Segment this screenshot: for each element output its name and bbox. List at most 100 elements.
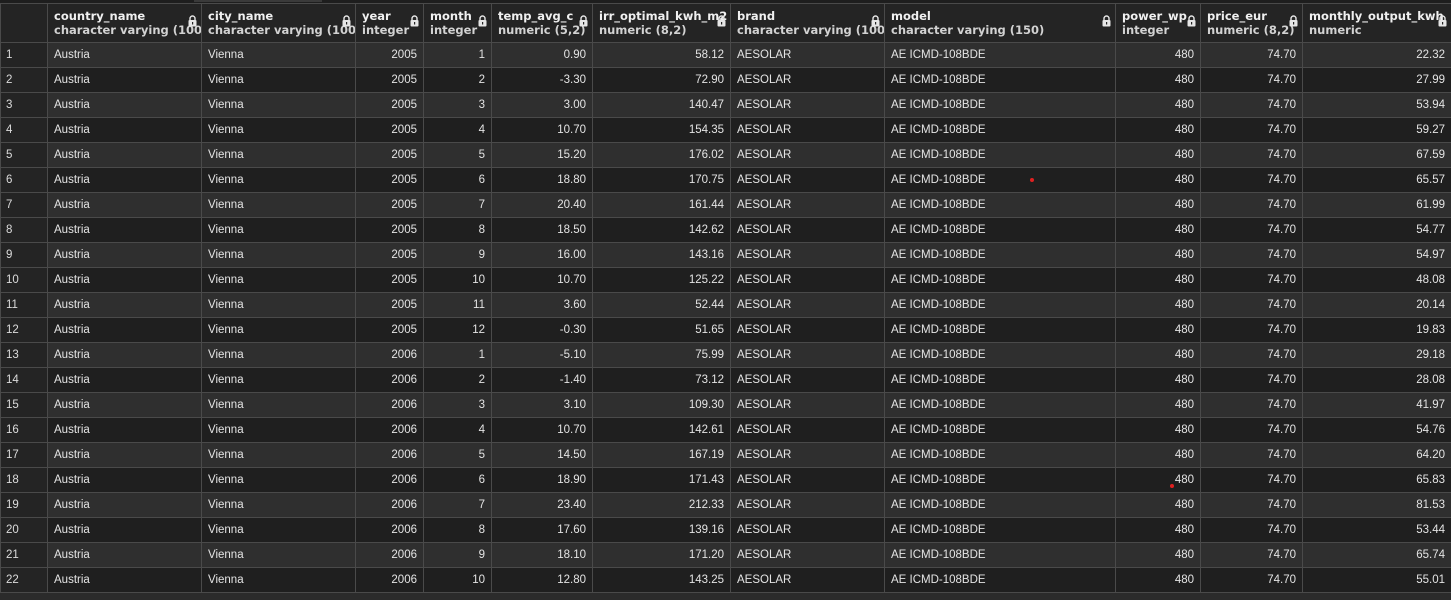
cell-year[interactable]: 2006 (355, 392, 424, 418)
row-number-header[interactable] (0, 3, 48, 43)
cell-irr-optimal-kwh-m2[interactable]: 176.02 (592, 142, 731, 168)
cell-country-name[interactable]: Austria (47, 442, 202, 468)
cell-temp-avg-c[interactable]: 23.40 (491, 492, 593, 518)
row-number[interactable]: 20 (0, 517, 48, 543)
column-header-city-name[interactable]: city_name character varying (100) (201, 3, 356, 43)
cell-temp-avg-c[interactable]: -3.30 (491, 67, 593, 93)
cell-temp-avg-c[interactable]: 3.60 (491, 292, 593, 318)
cell-irr-optimal-kwh-m2[interactable]: 171.20 (592, 542, 731, 568)
cell-power-wp[interactable]: 480 (1115, 167, 1201, 193)
cell-power-wp[interactable]: 480 (1115, 192, 1201, 218)
cell-price-eur[interactable]: 74.70 (1200, 292, 1303, 318)
cell-brand[interactable]: AESOLAR (730, 92, 885, 118)
cell-power-wp[interactable]: 480 (1115, 392, 1201, 418)
cell-price-eur[interactable]: 74.70 (1200, 92, 1303, 118)
cell-irr-optimal-kwh-m2[interactable]: 58.12 (592, 42, 731, 68)
cell-month[interactable]: 9 (423, 242, 492, 268)
cell-irr-optimal-kwh-m2[interactable]: 140.47 (592, 92, 731, 118)
row-number[interactable]: 1 (0, 42, 48, 68)
cell-brand[interactable]: AESOLAR (730, 242, 885, 268)
row-number[interactable]: 17 (0, 442, 48, 468)
table-row[interactable]: 18 Austria Vienna 2006 6 18.90 171.43 AESOLAR AE… (0, 467, 1451, 493)
row-number[interactable]: 19 (0, 492, 48, 518)
cell-irr-optimal-kwh-m2[interactable]: 72.90 (592, 67, 731, 93)
cell-price-eur[interactable]: 74.70 (1200, 442, 1303, 468)
cell-irr-optimal-kwh-m2[interactable]: 109.30 (592, 392, 731, 418)
cell-year[interactable]: 2005 (355, 117, 424, 143)
cell-city-name[interactable]: Vienna (201, 442, 356, 468)
cell-month[interactable]: 2 (423, 67, 492, 93)
cell-model[interactable]: AE ICMD-108BDE (884, 192, 1116, 218)
cell-monthly-output-kwh[interactable]: 54.76 (1302, 417, 1451, 443)
cell-monthly-output-kwh[interactable]: 65.74 (1302, 542, 1451, 568)
cell-price-eur[interactable]: 74.70 (1200, 467, 1303, 493)
cell-city-name[interactable]: Vienna (201, 192, 356, 218)
cell-irr-optimal-kwh-m2[interactable]: 167.19 (592, 442, 731, 468)
cell-country-name[interactable]: Austria (47, 392, 202, 418)
cell-city-name[interactable]: Vienna (201, 267, 356, 293)
table-row[interactable]: 19 Austria Vienna 2006 7 23.40 212.33 AESOLAR AE… (0, 492, 1451, 518)
column-header-country-name[interactable]: country_name character varying (100) (47, 3, 202, 43)
cell-model[interactable]: AE ICMD-108BDE (884, 317, 1116, 343)
cell-brand[interactable]: AESOLAR (730, 517, 885, 543)
cell-temp-avg-c[interactable]: 0.90 (491, 42, 593, 68)
cell-model[interactable]: AE ICMD-108BDE (884, 442, 1116, 468)
cell-monthly-output-kwh[interactable]: 19.83 (1302, 317, 1451, 343)
cell-month[interactable]: 2 (423, 367, 492, 393)
table-row[interactable]: 6 Austria Vienna 2005 6 18.80 170.75 AESOLAR AE … (0, 167, 1451, 193)
cell-model[interactable]: AE ICMD-108BDE (884, 567, 1116, 593)
cell-month[interactable]: 12 (423, 317, 492, 343)
cell-power-wp[interactable]: 480 (1115, 117, 1201, 143)
cell-monthly-output-kwh[interactable]: 48.08 (1302, 267, 1451, 293)
cell-city-name[interactable]: Vienna (201, 542, 356, 568)
row-number[interactable]: 8 (0, 217, 48, 243)
cell-monthly-output-kwh[interactable]: 64.20 (1302, 442, 1451, 468)
table-row[interactable]: 11 Austria Vienna 2005 11 3.60 52.44 AESOLAR AE … (0, 292, 1451, 318)
cell-country-name[interactable]: Austria (47, 367, 202, 393)
cell-city-name[interactable]: Vienna (201, 292, 356, 318)
cell-power-wp[interactable]: 480 (1115, 417, 1201, 443)
cell-city-name[interactable]: Vienna (201, 42, 356, 68)
cell-power-wp[interactable]: 480 (1115, 467, 1201, 493)
cell-temp-avg-c[interactable]: 10.70 (491, 417, 593, 443)
cell-power-wp[interactable]: 480 (1115, 342, 1201, 368)
cell-price-eur[interactable]: 74.70 (1200, 392, 1303, 418)
cell-temp-avg-c[interactable]: 10.70 (491, 117, 593, 143)
column-header-price-eur[interactable]: price_eur numeric (8,2) (1200, 3, 1303, 43)
cell-power-wp[interactable]: 480 (1115, 317, 1201, 343)
cell-power-wp[interactable]: 480 (1115, 42, 1201, 68)
cell-brand[interactable]: AESOLAR (730, 267, 885, 293)
cell-city-name[interactable]: Vienna (201, 342, 356, 368)
cell-brand[interactable]: AESOLAR (730, 292, 885, 318)
cell-model[interactable]: AE ICMD-108BDE (884, 467, 1116, 493)
cell-brand[interactable]: AESOLAR (730, 467, 885, 493)
cell-irr-optimal-kwh-m2[interactable]: 51.65 (592, 317, 731, 343)
cell-model[interactable]: AE ICMD-108BDE (884, 517, 1116, 543)
cell-model[interactable]: AE ICMD-108BDE (884, 542, 1116, 568)
cell-monthly-output-kwh[interactable]: 81.53 (1302, 492, 1451, 518)
table-row[interactable]: 4 Austria Vienna 2005 4 10.70 154.35 AESOLAR AE … (0, 117, 1451, 143)
cell-price-eur[interactable]: 74.70 (1200, 142, 1303, 168)
cell-monthly-output-kwh[interactable]: 53.94 (1302, 92, 1451, 118)
cell-model[interactable]: AE ICMD-108BDE (884, 342, 1116, 368)
cell-power-wp[interactable]: 480 (1115, 517, 1201, 543)
cell-brand[interactable]: AESOLAR (730, 217, 885, 243)
cell-irr-optimal-kwh-m2[interactable]: 142.62 (592, 217, 731, 243)
cell-temp-avg-c[interactable]: -1.40 (491, 367, 593, 393)
cell-country-name[interactable]: Austria (47, 342, 202, 368)
table-row[interactable]: 3 Austria Vienna 2005 3 3.00 140.47 AESOLAR AE I… (0, 92, 1451, 118)
cell-model[interactable]: AE ICMD-108BDE (884, 267, 1116, 293)
cell-monthly-output-kwh[interactable]: 41.97 (1302, 392, 1451, 418)
cell-country-name[interactable]: Austria (47, 242, 202, 268)
cell-temp-avg-c[interactable]: 10.70 (491, 267, 593, 293)
cell-irr-optimal-kwh-m2[interactable]: 142.61 (592, 417, 731, 443)
cell-temp-avg-c[interactable]: 18.50 (491, 217, 593, 243)
cell-power-wp[interactable]: 480 (1115, 292, 1201, 318)
scroll-indicator[interactable] (194, 0, 322, 2)
cell-country-name[interactable]: Austria (47, 67, 202, 93)
cell-brand[interactable]: AESOLAR (730, 67, 885, 93)
cell-model[interactable]: AE ICMD-108BDE (884, 417, 1116, 443)
cell-monthly-output-kwh[interactable]: 28.08 (1302, 367, 1451, 393)
table-row[interactable]: 13 Austria Vienna 2006 1 -5.10 75.99 AESOLAR AE … (0, 342, 1451, 368)
cell-country-name[interactable]: Austria (47, 567, 202, 593)
